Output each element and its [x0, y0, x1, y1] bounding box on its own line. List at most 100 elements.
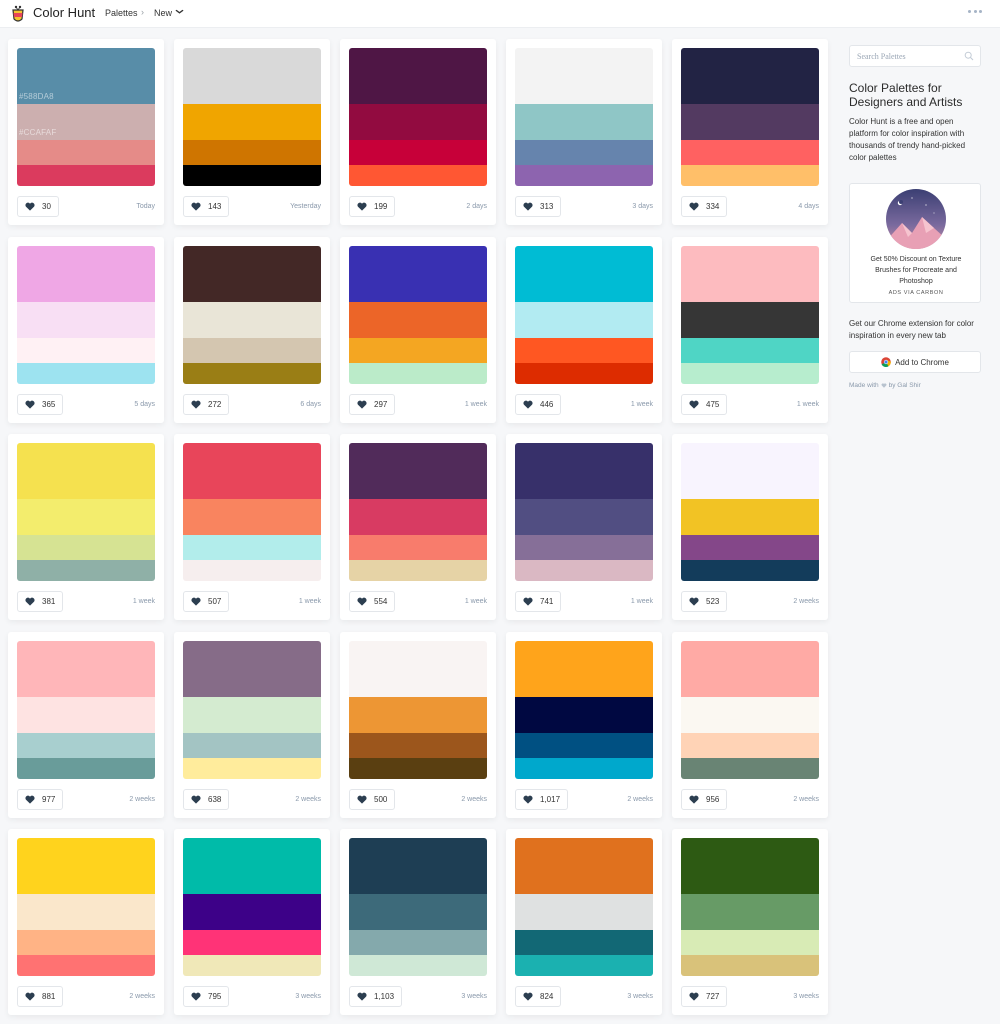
color-swatch[interactable]	[681, 337, 819, 363]
color-swatch[interactable]	[349, 757, 487, 779]
color-swatch[interactable]	[681, 301, 819, 338]
color-swatch[interactable]	[17, 443, 155, 499]
palette-swatches[interactable]	[681, 443, 819, 581]
like-button[interactable]: 741	[515, 591, 562, 612]
like-button[interactable]: 795	[183, 986, 230, 1007]
palette-card[interactable]: 272 6 days	[174, 236, 330, 423]
like-button[interactable]: 365	[17, 393, 64, 415]
color-swatch[interactable]	[681, 955, 819, 976]
color-swatch[interactable]	[515, 894, 653, 930]
color-swatch[interactable]	[183, 140, 321, 165]
palette-card[interactable]: 977 2 weeks	[8, 631, 164, 818]
color-swatch[interactable]	[183, 245, 321, 302]
color-swatch[interactable]	[515, 362, 653, 384]
color-swatch[interactable]	[349, 732, 487, 758]
like-button[interactable]: 824	[515, 986, 562, 1007]
like-button[interactable]: 554	[349, 591, 396, 612]
color-swatch[interactable]	[17, 245, 155, 302]
color-swatch[interactable]	[515, 560, 653, 581]
palette-card[interactable]: 199 2 days	[340, 39, 496, 225]
palette-swatches[interactable]	[17, 443, 155, 581]
color-swatch[interactable]	[515, 838, 653, 894]
palette-swatches[interactable]	[515, 838, 653, 976]
color-swatch[interactable]	[349, 560, 487, 581]
color-swatch[interactable]	[183, 560, 321, 581]
like-button[interactable]: 500	[349, 788, 396, 810]
color-swatch[interactable]	[515, 757, 653, 779]
palette-card[interactable]: 365 5 days	[8, 236, 164, 423]
color-swatch[interactable]	[17, 930, 155, 955]
color-swatch[interactable]	[17, 838, 155, 894]
color-swatch[interactable]	[183, 894, 321, 930]
color-swatch[interactable]	[17, 732, 155, 758]
color-swatch[interactable]	[515, 955, 653, 976]
color-swatch[interactable]	[17, 337, 155, 363]
ad-image[interactable]	[886, 189, 946, 249]
color-swatch[interactable]	[515, 165, 653, 186]
color-swatch[interactable]	[17, 140, 155, 165]
palette-card[interactable]: 381 1 week	[8, 434, 164, 620]
like-button[interactable]: 475	[681, 393, 728, 415]
palette-swatches[interactable]	[349, 838, 487, 976]
color-swatch[interactable]	[17, 696, 155, 733]
like-button[interactable]: 381	[17, 591, 64, 612]
color-swatch[interactable]	[349, 104, 487, 140]
color-swatch[interactable]	[515, 104, 653, 140]
palette-swatches[interactable]	[681, 245, 819, 384]
palette-swatches[interactable]	[349, 443, 487, 581]
color-swatch[interactable]	[183, 757, 321, 779]
color-swatch[interactable]	[681, 245, 819, 302]
palette-card[interactable]: 334 4 days	[672, 39, 828, 225]
more-dots-icon[interactable]	[968, 8, 982, 14]
nav-palettes-link[interactable]: Palettes	[105, 8, 138, 18]
like-button[interactable]: 297	[349, 393, 396, 415]
color-swatch[interactable]	[681, 140, 819, 165]
palette-swatches[interactable]	[515, 443, 653, 581]
palette-swatches[interactable]	[183, 245, 321, 384]
like-button[interactable]: 446	[515, 393, 562, 415]
like-button[interactable]: 638	[183, 788, 230, 810]
color-swatch[interactable]	[17, 955, 155, 976]
palette-swatches[interactable]	[681, 838, 819, 976]
color-swatch[interactable]	[349, 140, 487, 165]
palette-card[interactable]: 500 2 weeks	[340, 631, 496, 818]
like-button[interactable]: 334	[681, 196, 728, 217]
palette-card[interactable]: 313 3 days	[506, 39, 662, 225]
palette-swatches[interactable]	[183, 443, 321, 581]
color-swatch[interactable]	[681, 732, 819, 758]
color-swatch[interactable]	[515, 443, 653, 499]
color-swatch[interactable]	[17, 894, 155, 930]
color-swatch[interactable]	[349, 443, 487, 499]
color-swatch[interactable]	[17, 165, 155, 186]
color-swatch[interactable]	[349, 337, 487, 363]
palette-swatches[interactable]	[349, 48, 487, 186]
ad-via-label[interactable]: ADS VIA CARBON	[850, 290, 982, 296]
color-swatch[interactable]	[349, 894, 487, 930]
chevron-down-icon[interactable]	[174, 7, 186, 16]
color-swatch[interactable]	[349, 838, 487, 894]
palette-swatches[interactable]	[17, 245, 155, 384]
palette-card[interactable]: 741 1 week	[506, 434, 662, 620]
color-swatch[interactable]	[349, 640, 487, 697]
palette-card[interactable]: 507 1 week	[174, 434, 330, 620]
palette-card[interactable]: 638 2 weeks	[174, 631, 330, 818]
color-swatch[interactable]	[349, 955, 487, 976]
color-swatch[interactable]	[183, 104, 321, 140]
color-swatch[interactable]	[17, 757, 155, 779]
palette-swatches[interactable]	[349, 245, 487, 384]
color-swatch[interactable]	[183, 443, 321, 499]
color-swatch[interactable]	[17, 535, 155, 560]
palette-swatches[interactable]	[349, 640, 487, 779]
like-button[interactable]: 956	[681, 788, 728, 810]
color-swatch[interactable]	[183, 955, 321, 976]
palette-card[interactable]: 554 1 week	[340, 434, 496, 620]
palette-card[interactable]: 881 2 weeks	[8, 829, 164, 1015]
color-swatch[interactable]	[681, 362, 819, 384]
made-with-author[interactable]: by Gal Shir	[889, 382, 921, 389]
color-swatch[interactable]	[349, 165, 487, 186]
swatch-hex-label[interactable]: #588DA8	[19, 92, 54, 101]
color-swatch[interactable]	[515, 499, 653, 535]
palette-card[interactable]: 523 2 weeks	[672, 434, 828, 620]
color-swatch[interactable]	[17, 301, 155, 338]
color-swatch[interactable]	[515, 696, 653, 733]
